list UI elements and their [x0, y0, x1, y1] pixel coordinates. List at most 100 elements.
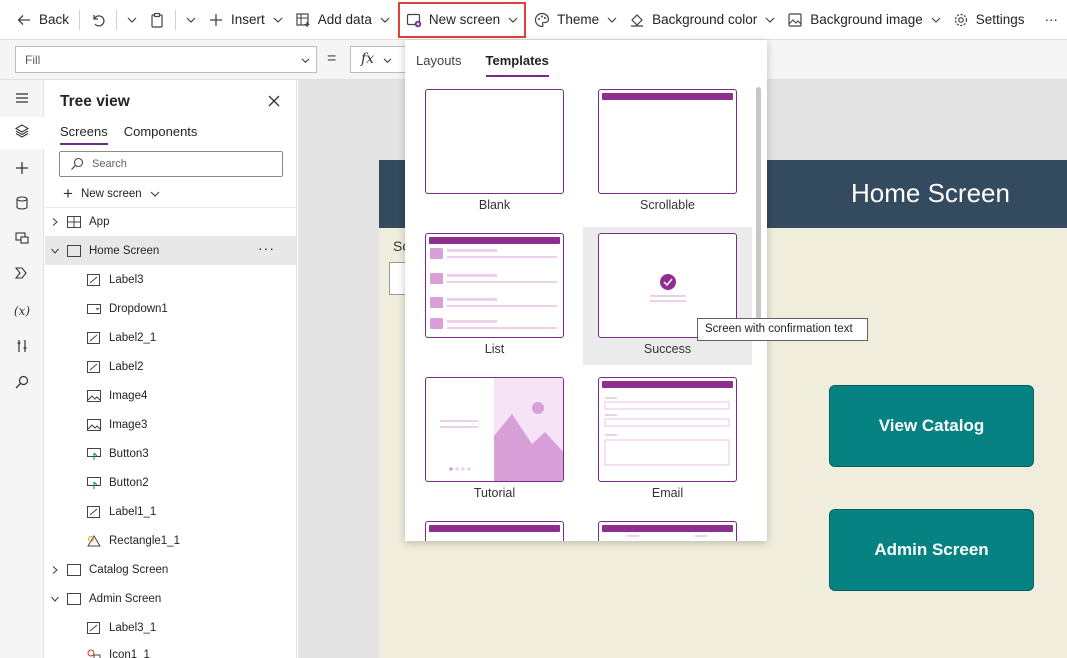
- fx-button[interactable]: fx: [350, 46, 406, 73]
- template-list[interactable]: List: [416, 224, 585, 362]
- variables-icon[interactable]: (x): [12, 301, 32, 321]
- template-label: List: [484, 342, 505, 356]
- database-icon[interactable]: [12, 195, 32, 215]
- tab-components[interactable]: Components: [124, 124, 198, 145]
- tree-item-button3[interactable]: Button3: [45, 439, 296, 468]
- toolbar-divider: [175, 9, 177, 30]
- template-email[interactable]: Email: [589, 368, 758, 506]
- insert-button[interactable]: Insert: [202, 0, 289, 40]
- new-screen-tabs: Layouts Templates: [416, 53, 573, 77]
- layers-icon[interactable]: [0, 117, 44, 149]
- tree-item-label2[interactable]: Label2: [45, 352, 296, 381]
- palette-icon: [534, 12, 550, 28]
- tree-item-rectangle1-1[interactable]: Rectangle1_1: [45, 526, 296, 555]
- toolbar-divider: [116, 9, 118, 30]
- tree-item-label2-1[interactable]: Label2_1: [45, 323, 296, 352]
- left-rail: (x): [0, 80, 44, 658]
- tree-item-dropdown1[interactable]: Dropdown1: [45, 294, 296, 323]
- close-icon[interactable]: [267, 94, 281, 108]
- plus-icon: +: [63, 184, 73, 203]
- template-label: Success: [643, 342, 692, 356]
- command-bar: Back Insert Add data New screen Theme Ba…: [0, 0, 1067, 40]
- tree-tabs: Screens Components: [60, 124, 213, 145]
- tree-item-button2[interactable]: Button2: [45, 468, 296, 497]
- label-icon: [87, 621, 100, 634]
- tab-screens[interactable]: Screens: [60, 124, 108, 145]
- tree-new-screen-button[interactable]: + New screen: [63, 184, 160, 204]
- background-image-button[interactable]: Background image: [781, 0, 947, 40]
- search-icon[interactable]: [12, 374, 32, 394]
- template-email-thumbnail: [598, 377, 737, 482]
- email-form-graphic: [604, 397, 730, 466]
- tab-templates[interactable]: Templates: [485, 53, 549, 77]
- paste-menu-button[interactable]: [180, 0, 202, 40]
- paste-button[interactable]: [143, 0, 171, 40]
- tree-item-image3[interactable]: Image3: [45, 410, 296, 439]
- tree-item-admin-screen[interactable]: Admin Screen: [45, 584, 296, 613]
- chevron-down-icon: [150, 191, 160, 197]
- template-tutorial[interactable]: Tutorial: [416, 368, 585, 506]
- back-button[interactable]: Back: [0, 0, 75, 40]
- background-color-button[interactable]: Background color: [623, 0, 781, 40]
- template-thumbnail: [598, 521, 737, 541]
- tree-item-catalog-screen[interactable]: Catalog Screen: [45, 555, 296, 584]
- gear-icon: [953, 12, 969, 28]
- menu-scrollbar[interactable]: [756, 87, 761, 319]
- more-button[interactable]: ···: [1031, 0, 1065, 40]
- template-partial[interactable]: [416, 512, 585, 541]
- new-screen-menu: Layouts Templates Blank Scrollable List …: [405, 40, 767, 541]
- chevron-down-icon: [931, 17, 941, 23]
- tree-item-image4[interactable]: Image4: [45, 381, 296, 410]
- tree-search-input[interactable]: Search: [59, 151, 283, 177]
- tree-item-label3[interactable]: Label3: [45, 265, 296, 294]
- tree-item-icon1-1[interactable]: Icon1_1: [45, 640, 296, 658]
- template-tooltip: Screen with confirmation text: [697, 318, 868, 341]
- new-screen-button[interactable]: New screen: [397, 1, 527, 38]
- fx-icon: fx: [361, 51, 375, 67]
- undo-menu-button[interactable]: [121, 0, 143, 40]
- property-dropdown[interactable]: Fill: [15, 46, 317, 73]
- chevron-down-icon: [607, 17, 617, 23]
- app-icon: [67, 215, 81, 228]
- more-options-icon[interactable]: ···: [258, 240, 275, 256]
- template-partial[interactable]: [589, 512, 758, 541]
- settings-button[interactable]: Settings: [947, 0, 1031, 40]
- media-icon[interactable]: [12, 230, 32, 250]
- chevron-down-icon: [301, 58, 310, 64]
- list-rows-graphic: [430, 248, 557, 329]
- toolbar-divider: [79, 9, 81, 30]
- tutorial-graphic: [440, 378, 563, 481]
- more-icon: ···: [1044, 12, 1059, 27]
- tree-view-panel: Tree view Screens Components Search + Ne…: [45, 80, 297, 658]
- menu-icon[interactable]: [12, 90, 32, 110]
- chevron-right-icon: [52, 565, 58, 574]
- theme-button[interactable]: Theme: [528, 0, 623, 40]
- view-catalog-button[interactable]: View Catalog: [829, 385, 1034, 467]
- template-success[interactable]: Success: [583, 227, 752, 365]
- tree-item-app[interactable]: App: [45, 207, 296, 236]
- chevron-down-icon: [51, 596, 59, 602]
- icons-icon: [87, 649, 101, 658]
- template-blank[interactable]: Blank: [416, 80, 585, 218]
- undo-button[interactable]: [84, 0, 112, 40]
- plus-icon[interactable]: [12, 160, 32, 180]
- template-label: Scrollable: [640, 198, 695, 212]
- button-icon: [87, 476, 101, 489]
- template-blank-thumbnail: [425, 89, 564, 194]
- chevron-down-icon: [765, 17, 775, 23]
- template-list-thumbnail: [425, 233, 564, 338]
- add-data-button[interactable]: Add data: [289, 0, 396, 40]
- tree-item-label1-1[interactable]: Label1_1: [45, 497, 296, 526]
- equals-sign: =: [327, 50, 337, 67]
- admin-screen-button[interactable]: Admin Screen: [829, 509, 1034, 591]
- tab-layouts[interactable]: Layouts: [416, 53, 462, 77]
- tools-icon[interactable]: [12, 338, 32, 358]
- chevron-down-icon: [127, 17, 137, 23]
- chevron-down-icon: [380, 17, 390, 23]
- tree-item-label3-1[interactable]: Label3_1: [45, 613, 296, 642]
- tree-item-home-screen[interactable]: Home Screen ···: [45, 236, 296, 265]
- template-scrollable[interactable]: Scrollable: [589, 80, 758, 218]
- power-automate-icon[interactable]: [12, 265, 32, 285]
- tree-view-title: Tree view: [60, 93, 130, 110]
- header-bar: [602, 93, 733, 100]
